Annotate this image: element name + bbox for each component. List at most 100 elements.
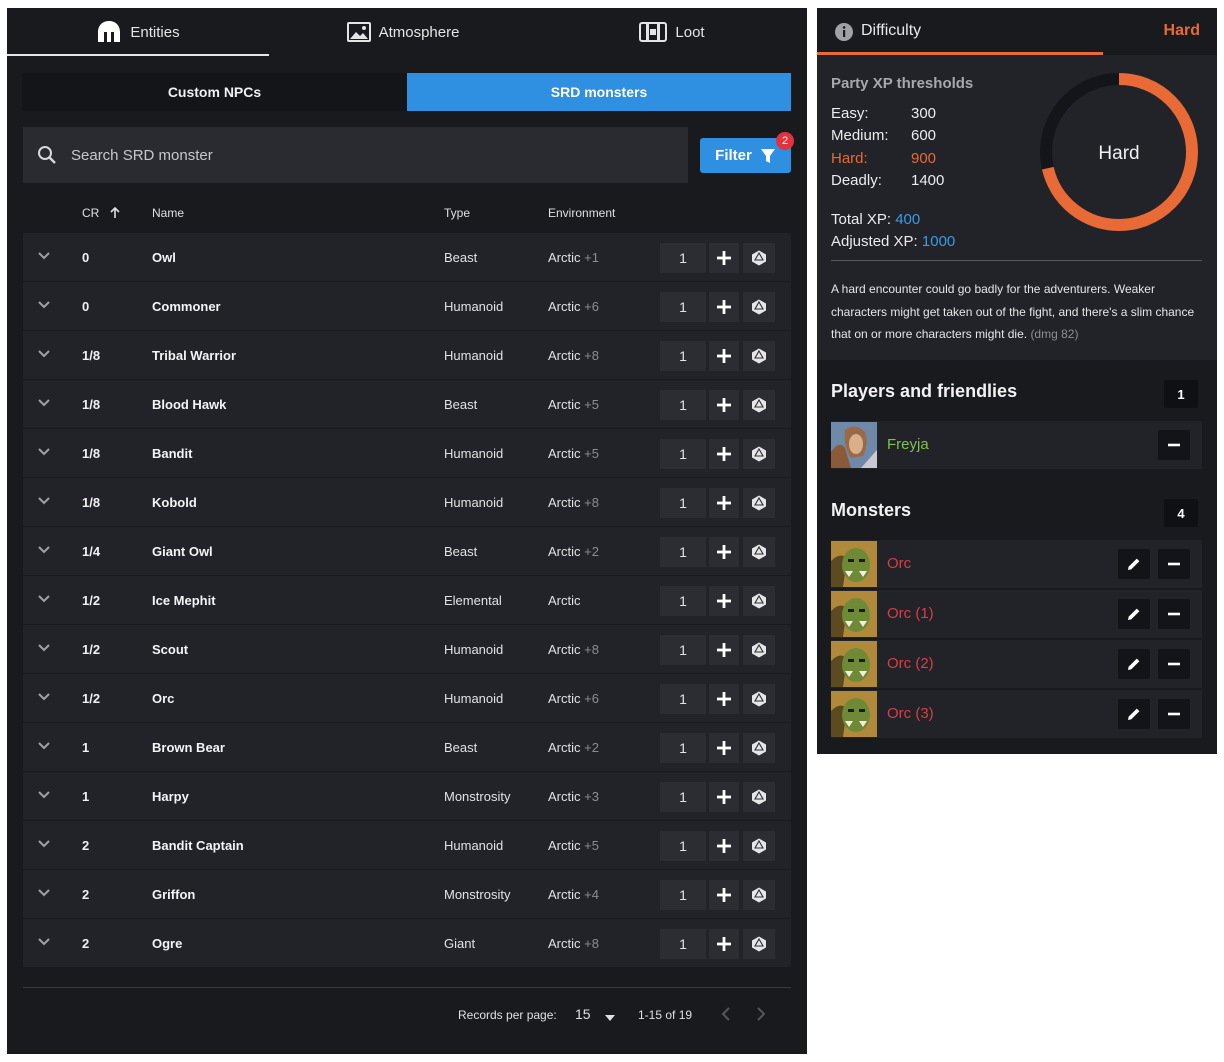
table-row[interactable]: 1/8 Blood Hawk Beast Arctic +5 1 — [23, 380, 791, 429]
quantity-input[interactable]: 1 — [660, 243, 706, 273]
table-row[interactable]: 2 Bandit Captain Humanoid Arctic +5 1 — [23, 821, 791, 870]
roll-button[interactable] — [743, 586, 775, 616]
edit-button[interactable] — [1118, 649, 1150, 679]
player-entry[interactable]: Freyja — [831, 421, 1202, 469]
quantity-input[interactable]: 1 — [660, 586, 706, 616]
roll-button[interactable] — [743, 243, 775, 273]
monster-entry[interactable]: Orc (1) — [831, 590, 1202, 638]
chevron-down-icon[interactable] — [37, 886, 51, 901]
edit-button[interactable] — [1118, 699, 1150, 729]
column-header-environment[interactable]: Environment — [548, 206, 615, 220]
add-button[interactable] — [709, 439, 739, 469]
roll-button[interactable] — [743, 537, 775, 567]
roll-button[interactable] — [743, 929, 775, 959]
remove-button[interactable] — [1158, 699, 1190, 729]
chevron-down-icon[interactable] — [37, 396, 51, 411]
roll-button[interactable] — [743, 439, 775, 469]
roll-button[interactable] — [743, 880, 775, 910]
chevron-down-icon[interactable] — [37, 445, 51, 460]
table-row[interactable]: 2 Ogre Giant Arctic +8 1 — [23, 919, 791, 968]
add-button[interactable] — [709, 831, 739, 861]
edit-button[interactable] — [1118, 549, 1150, 579]
add-button[interactable] — [709, 733, 739, 763]
table-row[interactable]: 0 Owl Beast Arctic +1 1 — [23, 233, 791, 282]
add-button[interactable] — [709, 782, 739, 812]
table-row[interactable]: 1/2 Orc Humanoid Arctic +6 1 — [23, 674, 791, 723]
quantity-input[interactable]: 1 — [660, 782, 706, 812]
chevron-down-icon[interactable] — [37, 690, 51, 705]
table-row[interactable]: 1/8 Kobold Humanoid Arctic +8 1 — [23, 478, 791, 527]
quantity-input[interactable]: 1 — [660, 390, 706, 420]
table-row[interactable]: 1/2 Ice Mephit Elemental Arctic 1 — [23, 576, 791, 625]
tab-loot[interactable]: Loot — [537, 8, 807, 56]
column-header-name[interactable]: Name — [152, 206, 184, 220]
table-row[interactable]: 1/8 Tribal Warrior Humanoid Arctic +8 1 — [23, 331, 791, 380]
difficulty-header[interactable]: Difficulty Hard — [817, 8, 1217, 55]
tab-atmosphere[interactable]: Atmosphere — [269, 8, 537, 56]
table-row[interactable]: 0 Commoner Humanoid Arctic +6 1 — [23, 282, 791, 331]
chevron-down-icon[interactable] — [37, 837, 51, 852]
quantity-input[interactable]: 1 — [660, 341, 706, 371]
search-input[interactable] — [71, 146, 631, 164]
chevron-down-icon[interactable] — [37, 347, 51, 362]
chevron-down-icon[interactable] — [37, 739, 51, 754]
subtab-srd-monsters[interactable]: SRD monsters — [407, 73, 791, 111]
tab-entities[interactable]: Entities — [7, 8, 269, 56]
edit-button[interactable] — [1118, 599, 1150, 629]
table-row[interactable]: 2 Griffon Monstrosity Arctic +4 1 — [23, 870, 791, 919]
add-button[interactable] — [709, 880, 739, 910]
roll-button[interactable] — [743, 635, 775, 665]
add-button[interactable] — [709, 537, 739, 567]
roll-button[interactable] — [743, 341, 775, 371]
quantity-input[interactable]: 1 — [660, 684, 706, 714]
quantity-input[interactable]: 1 — [660, 831, 706, 861]
roll-button[interactable] — [743, 390, 775, 420]
quantity-input[interactable]: 1 — [660, 635, 706, 665]
records-per-page-select[interactable]: 15 — [575, 1006, 591, 1022]
chevron-down-icon[interactable] — [37, 298, 51, 313]
chevron-down-icon[interactable] — [37, 592, 51, 607]
roll-button[interactable] — [743, 488, 775, 518]
quantity-input[interactable]: 1 — [660, 929, 706, 959]
chevron-down-icon[interactable] — [37, 249, 51, 264]
previous-page-icon[interactable] — [721, 1007, 731, 1024]
subtab-custom-npcs[interactable]: Custom NPCs — [22, 73, 407, 111]
monster-entry[interactable]: Orc — [831, 540, 1202, 588]
roll-button[interactable] — [743, 782, 775, 812]
monster-entry[interactable]: Orc (2) — [831, 640, 1202, 688]
chevron-down-icon[interactable] — [37, 543, 51, 558]
remove-button[interactable] — [1158, 649, 1190, 679]
caret-down-icon[interactable] — [605, 1010, 615, 1024]
info-icon[interactable] — [834, 22, 854, 47]
add-button[interactable] — [709, 243, 739, 273]
table-row[interactable]: 1/4 Giant Owl Beast Arctic +2 1 — [23, 527, 791, 576]
add-button[interactable] — [709, 929, 739, 959]
add-button[interactable] — [709, 292, 739, 322]
monster-entry[interactable]: Orc (3) — [831, 690, 1202, 738]
add-button[interactable] — [709, 488, 739, 518]
chevron-down-icon[interactable] — [37, 641, 51, 656]
column-header-type[interactable]: Type — [444, 206, 470, 220]
table-row[interactable]: 1/2 Scout Humanoid Arctic +8 1 — [23, 625, 791, 674]
quantity-input[interactable]: 1 — [660, 439, 706, 469]
roll-button[interactable] — [743, 292, 775, 322]
table-row[interactable]: 1 Harpy Monstrosity Arctic +3 1 — [23, 772, 791, 821]
roll-button[interactable] — [743, 733, 775, 763]
add-button[interactable] — [709, 586, 739, 616]
column-header-cr[interactable]: CR — [82, 206, 121, 220]
chevron-down-icon[interactable] — [37, 935, 51, 950]
next-page-icon[interactable] — [756, 1007, 766, 1024]
add-button[interactable] — [709, 341, 739, 371]
remove-button[interactable] — [1158, 599, 1190, 629]
quantity-input[interactable]: 1 — [660, 292, 706, 322]
chevron-down-icon[interactable] — [37, 788, 51, 803]
chevron-down-icon[interactable] — [37, 494, 51, 509]
add-button[interactable] — [709, 635, 739, 665]
roll-button[interactable] — [743, 684, 775, 714]
remove-button[interactable] — [1158, 549, 1190, 579]
quantity-input[interactable]: 1 — [660, 537, 706, 567]
quantity-input[interactable]: 1 — [660, 880, 706, 910]
add-button[interactable] — [709, 390, 739, 420]
quantity-input[interactable]: 1 — [660, 488, 706, 518]
remove-button[interactable] — [1158, 430, 1190, 460]
